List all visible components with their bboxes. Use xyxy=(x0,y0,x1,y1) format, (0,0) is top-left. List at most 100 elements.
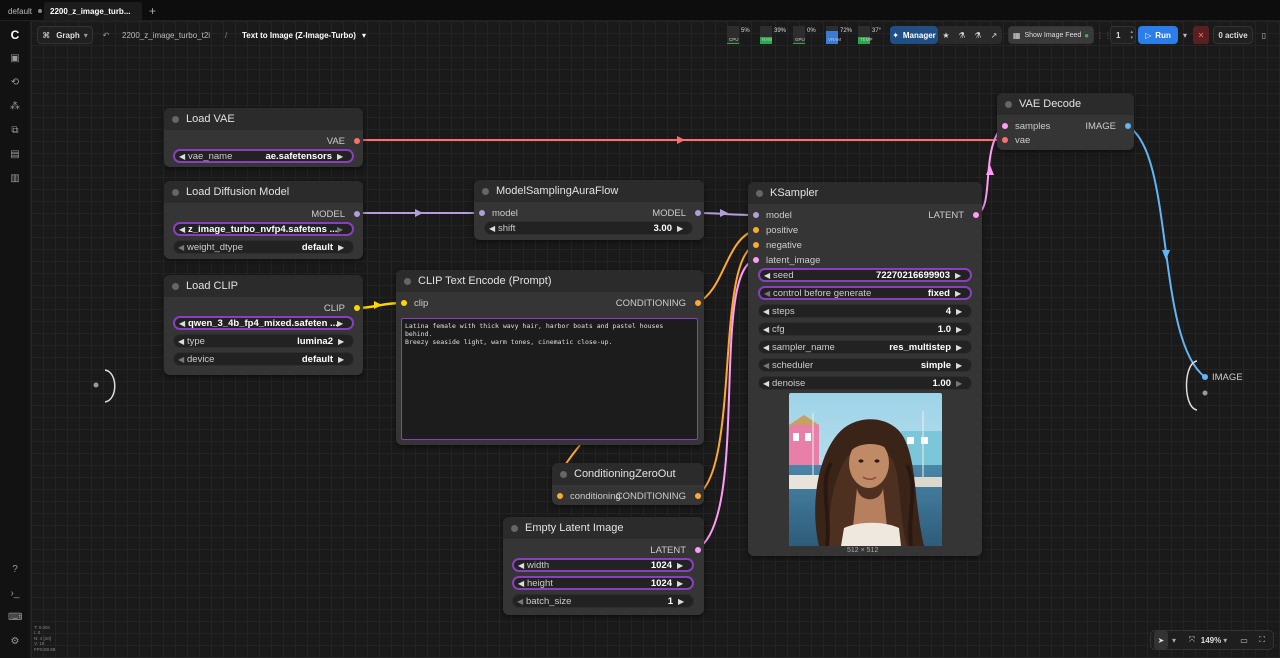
tab-workflow[interactable]: 2200_z_image_turb... xyxy=(44,2,142,20)
unet-name-widget[interactable]: ◀ z_image_turbo_nvfp4.safetens ... ▶ xyxy=(173,222,354,236)
output-conditioning[interactable]: CONDITIONING xyxy=(616,490,704,502)
output-conditioning[interactable]: CONDITIONING xyxy=(616,297,704,309)
clip-type-widget[interactable]: ◀ type lumina2 ▶ xyxy=(173,334,354,348)
node-title[interactable]: CLIP Text Encode (Prompt) xyxy=(396,270,704,292)
output-model[interactable]: MODEL xyxy=(652,207,704,219)
slot-dot[interactable] xyxy=(753,227,759,233)
settings-gear-icon[interactable]: ⚙ xyxy=(8,635,22,649)
input-latent-image[interactable]: latent_image xyxy=(748,254,820,266)
decrement-arrow-icon[interactable]: ◀ xyxy=(518,579,527,588)
decrement-arrow-icon[interactable]: ◀ xyxy=(178,355,187,364)
workflows-icon[interactable]: ▤ xyxy=(8,148,22,162)
collapse-dot[interactable] xyxy=(482,188,489,195)
node-clip-text-encode[interactable]: CLIP Text Encode (Prompt) clip CONDITION… xyxy=(396,270,704,445)
node-conditioning-zero-out[interactable]: ConditioningZeroOut conditioning CONDITI… xyxy=(552,463,704,505)
node-title[interactable]: Empty Latent Image xyxy=(503,517,704,539)
star-icon[interactable]: ★ xyxy=(938,26,954,44)
node-empty-latent-image[interactable]: Empty Latent Image LATENT ◀ width 1024 ▶… xyxy=(503,517,704,615)
output-model[interactable]: MODEL xyxy=(311,208,363,220)
workflow-name-button[interactable]: Text to Image (Z-Image-Turbo) ▾ xyxy=(242,26,366,44)
increment-arrow-icon[interactable]: ▶ xyxy=(677,224,686,233)
increment-arrow-icon[interactable]: ▶ xyxy=(678,597,687,606)
output-clip[interactable]: CLIP xyxy=(324,302,363,314)
decrement-arrow-icon[interactable]: ◀ xyxy=(178,337,187,346)
comfy-logo-icon[interactable]: C xyxy=(8,28,22,42)
decrement-arrow-icon[interactable]: ◀ xyxy=(764,289,773,298)
slot-dot[interactable] xyxy=(354,211,360,217)
node-title[interactable]: ConditioningZeroOut xyxy=(552,463,704,485)
decrement-arrow-icon[interactable]: ◀ xyxy=(179,152,188,161)
panel-toggle-icon[interactable]: ▯ xyxy=(1257,26,1271,44)
increment-arrow-icon[interactable]: ▶ xyxy=(955,289,964,298)
link-visibility-icon[interactable]: ⛶ xyxy=(1256,631,1268,649)
decrement-arrow-icon[interactable]: ◀ xyxy=(518,561,527,570)
node-ksampler[interactable]: KSampler model LATENT positive negative … xyxy=(748,182,982,556)
graph-mode-button[interactable]: ⌘ Graph ▾ xyxy=(37,26,93,44)
slot-dot[interactable] xyxy=(753,257,759,263)
decrement-arrow-icon[interactable]: ◀ xyxy=(179,319,188,328)
node-model-sampling-auraflow[interactable]: ModelSamplingAuraFlow model MODEL ◀ shif… xyxy=(474,180,704,240)
workflow-file-breadcrumb[interactable]: 2200_z_image_turbo_t2i xyxy=(122,26,210,44)
help-icon[interactable]: ? xyxy=(8,563,22,577)
node-title[interactable]: VAE Decode xyxy=(997,93,1134,115)
cfg-widget[interactable]: ◀ cfg 1.0 ▶ xyxy=(758,322,972,336)
decrement-arrow-icon[interactable]: ◀ xyxy=(489,224,498,233)
node-load-diffusion-model[interactable]: Load Diffusion Model MODEL ◀ z_image_tur… xyxy=(164,181,363,259)
run-button[interactable]: ▷ Run xyxy=(1138,26,1178,44)
history-icon[interactable]: ⟲ xyxy=(8,76,22,90)
vae-name-widget[interactable]: ◀ vae_name ae.safetensors ▶ xyxy=(173,149,354,163)
collapse-dot[interactable] xyxy=(560,471,567,478)
node-load-vae[interactable]: Load VAE VAE ◀ vae_name ae.safetensors ▶ xyxy=(164,108,363,167)
drag-handle-icon[interactable]: ⋮⋮ xyxy=(1096,26,1112,44)
increment-arrow-icon[interactable]: ▶ xyxy=(956,325,965,334)
tab-default[interactable]: default xyxy=(2,2,48,20)
slot-dot[interactable] xyxy=(695,547,701,553)
output-latent[interactable]: LATENT xyxy=(928,209,982,221)
decrement-arrow-icon[interactable]: ◀ xyxy=(763,361,772,370)
weight-dtype-widget[interactable]: ◀ weight_dtype default ▶ xyxy=(173,240,354,254)
slot-dot[interactable] xyxy=(479,210,485,216)
increment-arrow-icon[interactable]: ▶ xyxy=(956,361,965,370)
new-tab-plus-icon[interactable]: + xyxy=(143,2,162,20)
slot-dot[interactable] xyxy=(1002,123,1008,129)
templates-icon[interactable]: ▥ xyxy=(8,172,22,186)
increment-arrow-icon[interactable]: ▶ xyxy=(337,152,346,161)
flask-alt-icon[interactable]: ⚗ xyxy=(970,26,986,44)
collapse-dot[interactable] xyxy=(511,525,518,532)
decrement-arrow-icon[interactable]: ◀ xyxy=(763,325,772,334)
clip-device-widget[interactable]: ◀ device default ▶ xyxy=(173,352,354,366)
cancel-run-icon[interactable]: ✕ xyxy=(1193,26,1209,44)
node-vae-decode[interactable]: VAE Decode samples IMAGE vae xyxy=(997,93,1134,150)
models-icon[interactable]: ⧉ xyxy=(8,124,22,138)
slot-dot[interactable] xyxy=(401,300,407,306)
slot-dot[interactable] xyxy=(973,212,979,218)
control-before-generate-widget[interactable]: ◀ control before generate fixed ▶ xyxy=(758,286,972,300)
input-negative[interactable]: negative xyxy=(748,239,802,251)
increment-arrow-icon[interactable]: ▶ xyxy=(337,319,346,328)
active-jobs-button[interactable]: 0 active xyxy=(1213,26,1253,44)
increment-arrow-icon[interactable]: ▶ xyxy=(955,271,964,280)
decrement-arrow-icon[interactable]: ◀ xyxy=(517,597,526,606)
slot-dot[interactable] xyxy=(695,210,701,216)
scheduler-widget[interactable]: ◀ scheduler simple ▶ xyxy=(758,358,972,372)
seed-widget[interactable]: ◀ seed 72270216699903 ▶ xyxy=(758,268,972,282)
node-title[interactable]: ModelSamplingAuraFlow xyxy=(474,180,704,202)
decrement-arrow-icon[interactable]: ◀ xyxy=(763,307,772,316)
flask-icon[interactable]: ⚗ xyxy=(954,26,970,44)
fit-view-icon[interactable]: ⤧ xyxy=(1186,631,1198,649)
prompt-textarea[interactable]: Latina female with thick wavy hair, harb… xyxy=(401,318,698,440)
collapse-dot[interactable] xyxy=(1005,101,1012,108)
input-samples[interactable]: samples xyxy=(997,120,1050,132)
pointer-tool-icon[interactable]: ➤ xyxy=(1154,631,1168,649)
increment-arrow-icon[interactable]: ▶ xyxy=(956,379,965,388)
increment-arrow-icon[interactable]: ▶ xyxy=(337,225,346,234)
slot-dot[interactable] xyxy=(1125,123,1131,129)
collapse-dot[interactable] xyxy=(404,278,411,285)
input-model[interactable]: model xyxy=(474,207,518,219)
width-widget[interactable]: ◀ width 1024 ▶ xyxy=(512,558,694,572)
increment-arrow-icon[interactable]: ▶ xyxy=(338,243,347,252)
zoom-level[interactable]: 149% ▾ xyxy=(1201,631,1227,649)
increment-arrow-icon[interactable]: ▶ xyxy=(956,343,965,352)
manager-button[interactable]: ✦ Manager xyxy=(890,26,938,44)
node-load-clip[interactable]: Load CLIP CLIP ◀ qwen_3_4b_fp4_mixed.saf… xyxy=(164,275,363,375)
